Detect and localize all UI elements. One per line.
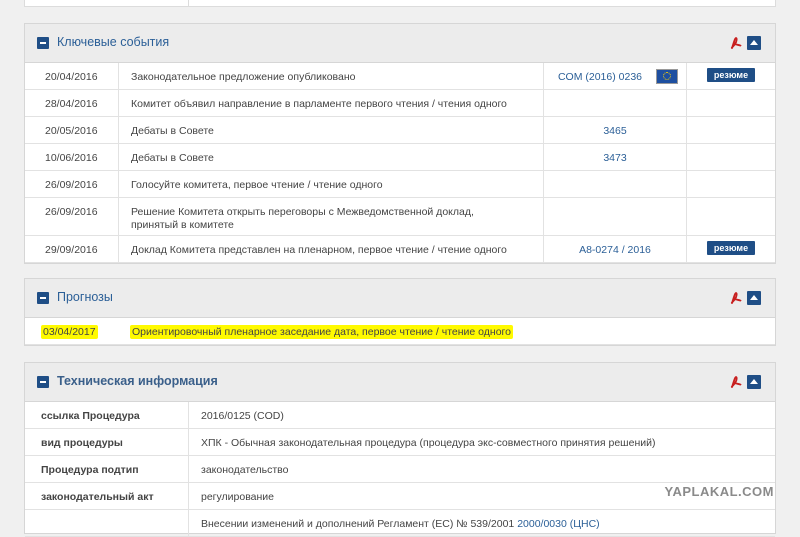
table-row: вид процедуры ХПК - Обычная законодатель… [25,428,775,456]
summary-button[interactable]: резюме [707,241,755,255]
event-date: 26/09/2016 [45,179,98,191]
table-row: 26/09/2016 Голосуйте комитета, первое чт… [25,170,775,198]
event-text: Решение Комитета открыть переговоры с Ме… [131,206,474,231]
pdf-icon[interactable] [729,375,743,389]
tech-key: законодательный акт [41,491,154,503]
tech-info-title: Техническая информация [57,374,218,388]
event-text: Дебаты в Совете [131,125,214,137]
event-date: 10/06/2016 [45,152,98,164]
event-ref-link[interactable]: A8-0274 / 2016 [579,244,651,256]
table-row: 28/04/2016 Комитет объявил направление в… [25,89,775,117]
tech-value: законодательство [201,464,289,476]
collapse-up-icon[interactable] [747,36,761,50]
forecasts-header[interactable]: Прогнозы [25,279,775,318]
tech-value: Внесении изменений и дополнений Регламен… [201,518,515,530]
table-row: 20/05/2016 Дебаты в Совете 3465 [25,116,775,144]
event-date: 28/04/2016 [45,98,98,110]
eu-flag-icon[interactable] [656,69,678,84]
key-events-header[interactable]: Ключевые события [25,24,775,63]
event-date: 20/05/2016 [45,125,98,137]
event-date: 29/09/2016 [45,244,98,256]
forecast-text: Ориентировочный пленарное заседание дата… [130,325,513,339]
collapse-icon[interactable] [37,37,49,49]
event-text: Дебаты в Совете [131,152,214,164]
collapse-up-icon[interactable] [747,291,761,305]
tech-key [25,510,188,518]
collapse-icon[interactable] [37,376,49,388]
table-row: ссылка Процедура 2016/0125 (COD) [25,402,775,429]
event-text: Комитет объявил направление в парламенте… [131,98,507,110]
tech-key: Процедура подтип [41,464,139,476]
forecast-date: 03/04/2017 [41,325,98,339]
event-text: Голосуйте комитета, первое чтение / чтен… [131,179,383,191]
event-ref-link[interactable]: 3465 [603,125,626,137]
collapse-up-icon[interactable] [747,375,761,389]
watermark: YAPLAKAL.COM [664,484,774,499]
event-date: 20/04/2016 [45,71,98,83]
tech-value: ХПК - Обычная законодательная процедура … [201,437,656,449]
event-text: Доклад Комитета представлен на пленарном… [131,244,507,256]
forecasts-panel: Прогнозы 03/04/2017 Ориентировочный плен… [24,278,776,346]
table-row: 20/04/2016 Законодательное предложение о… [25,63,775,90]
event-ref-link[interactable]: COM (2016) 0236 [558,71,642,83]
pdf-icon[interactable] [729,36,743,50]
pdf-icon[interactable] [729,291,743,305]
key-events-title: Ключевые события [57,35,170,49]
table-row: 03/04/2017 Ориентировочный пленарное зас… [25,318,775,345]
event-ref-link[interactable]: 3473 [603,152,626,164]
collapse-icon[interactable] [37,292,49,304]
tech-key: ссылка Процедура [41,410,140,422]
table-row: 29/09/2016 Доклад Комитета представлен н… [25,235,775,263]
event-date: 26/09/2016 [45,206,98,218]
table-row: Внесении изменений и дополнений Регламен… [25,509,775,537]
summary-button[interactable]: резюме [707,68,755,82]
key-events-panel: Ключевые события 20/04/2016 Законодатель… [24,23,776,264]
top-strip [24,0,776,7]
tech-value: 2016/0125 (COD) [201,410,284,422]
tech-value-link[interactable]: 2000/0030 (ЦНС) [517,518,599,530]
table-row: Процедура подтип законодательство [25,455,775,483]
tech-info-panel: Техническая информация ссылка Процедура … [24,362,776,537]
tech-key: вид процедуры [41,437,123,449]
event-text: Законодательное предложение опубликовано [131,71,356,83]
table-row: 10/06/2016 Дебаты в Совете 3473 [25,143,775,171]
tech-info-header[interactable]: Техническая информация [25,363,775,402]
table-row: законодательный акт регулирование [25,482,775,510]
table-row: 26/09/2016 Решение Комитета открыть пере… [25,197,775,236]
forecasts-title: Прогнозы [57,290,113,304]
